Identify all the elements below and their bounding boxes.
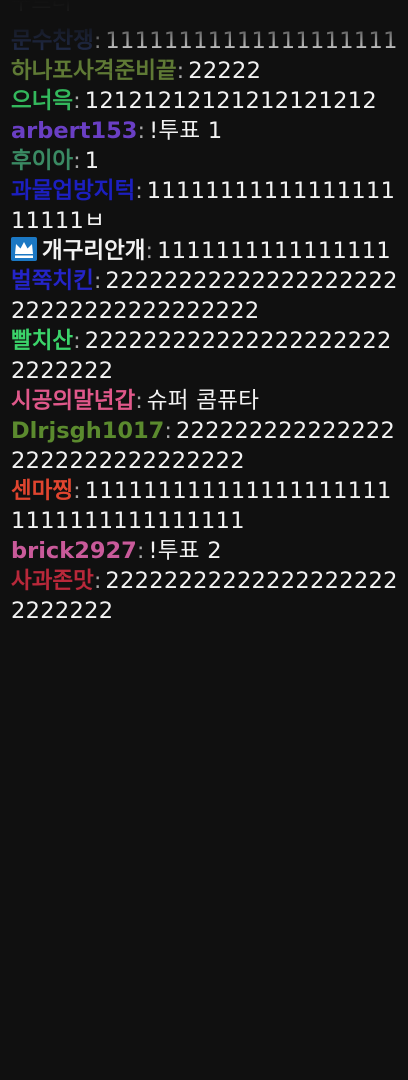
chat-separator: : [93,28,102,54]
chat-separator: : [137,118,146,144]
chat-message: 문수찬쟁: 11111111111111111111 [11,26,401,56]
chat-username[interactable]: 후이아 [11,148,73,174]
chat-separator: : [135,178,143,204]
chat-username[interactable]: 과물업방지턱 [11,178,135,204]
chat-separator: : [136,538,145,564]
chat-separator: : [73,88,81,114]
chat-message: 센마찡: 111111111111111111111111111111111111… [11,476,401,536]
chat-message-text: 1111111111111111 [157,238,391,264]
chat-message: 하나포사격준비끝: 22222 [11,56,401,86]
chat-separator: : [93,268,102,294]
chat-separator: : [93,568,102,594]
chat-separator: : [164,418,172,444]
crown-badge-icon [11,237,37,261]
chat-separator: : [135,388,143,414]
chat-username[interactable]: Dlrjsgh1017 [11,418,164,444]
chat-username[interactable]: brick2927 [11,538,137,564]
chat-message: 으너윽: 12121212121212121212 [11,86,401,116]
chat-username[interactable]: arbert153 [11,118,137,144]
chat-message-text: 12121212121212121212 [84,88,378,114]
chat-message-text: 11111111111111111111 [105,28,398,54]
chat-message-text: 슈퍼 콤퓨타 [146,388,260,414]
chat-message-list: 문수찬쟁: 11111111111111111111 하나포사격준비끝: 22222 으… [11,26,401,626]
chat-message: 시공의말년갑: 슈퍼 콤퓨타 [11,386,401,416]
chat-username[interactable]: 시공의말년갑 [11,388,135,414]
chat-message: arbert153: !투표 1 [11,116,401,146]
chat-username[interactable]: 빨치산 [11,328,73,354]
chat-username[interactable]: 사과존맛 [11,568,94,594]
chat-username[interactable]: 문수찬쟁 [11,28,94,54]
chat-separator: : [176,58,185,84]
chat-username[interactable]: 하나포사격준비끝 [11,58,177,84]
chat-message: 벌쭉치킨: 22222222222222222222222222222222222… [11,266,401,326]
chat-message: Dlrjsgh1017: 2222222222222222222222222222… [11,416,401,476]
chat-message-text: !투표 2 [148,538,222,564]
chat-message: brick2927: !투표 2 [11,536,401,566]
chat-username[interactable]: 으너윽 [11,88,73,114]
chat-message-text: 22222 [188,58,262,84]
chat-separator: : [73,478,81,504]
chat-username[interactable]: 센마찡 [11,478,73,504]
chat-message: 빨치산: 2222222222222222222222222222 [11,326,401,386]
chat-separator: : [145,238,154,264]
chat-message: 후이아: 1 [11,146,401,176]
chat-message: 사과존맛: 222222222222222222222222222 [11,566,401,626]
partial-message-top: 구르너 [11,0,72,15]
chat-username[interactable]: 개구리안개 [42,238,146,264]
chat-separator: : [73,328,81,354]
chat-separator: : [73,148,81,174]
chat-message-text: !투표 1 [149,118,223,144]
chat-message: 과물업방지턱: 1111111111111111111111ㅂ [11,176,401,236]
chat-username[interactable]: 벌쭉치킨 [11,268,94,294]
chat-message: 개구리안개: 1111111111111111 [11,236,401,266]
chat-message-text: 1 [84,148,100,174]
